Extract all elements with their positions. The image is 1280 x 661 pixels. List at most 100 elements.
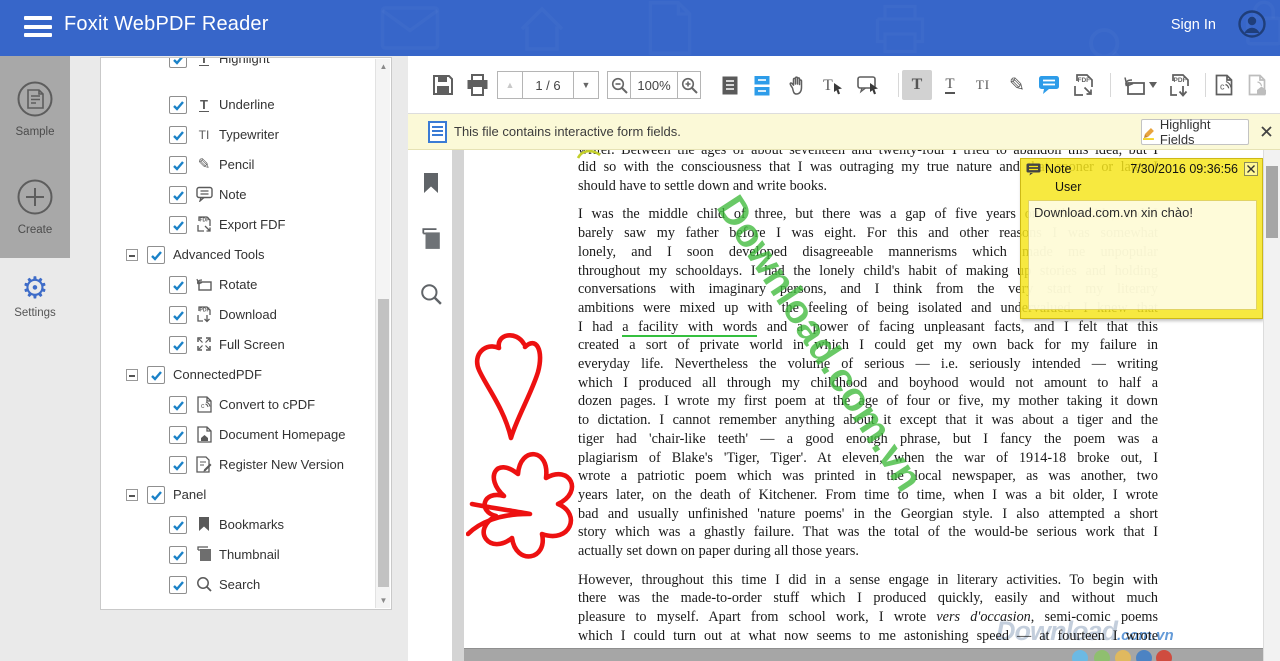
zoom-out-button[interactable]: [608, 72, 630, 98]
rotate-button[interactable]: [1119, 70, 1159, 100]
sidebar-item-create[interactable]: Create: [0, 178, 70, 236]
sign-in-link[interactable]: Sign In: [1171, 17, 1216, 33]
download-pdf-icon: PDF: [1167, 74, 1191, 97]
pencil-tool-button[interactable]: ✎: [1002, 70, 1032, 100]
checkbox-convert-cpdf[interactable]: [169, 396, 187, 414]
checkbox-bookmarks[interactable]: [169, 516, 187, 534]
sidebar-item-sample[interactable]: Sample: [0, 80, 70, 138]
zoom-in-button[interactable]: [678, 72, 700, 98]
pdf-text-line: wrote a patriotic poem which was printed…: [578, 467, 1158, 486]
document-watermark-icon: [645, 0, 695, 56]
settings-label-register-new-version: Register New Version: [219, 457, 344, 472]
checkbox-register-new-version[interactable]: [169, 456, 187, 474]
red-pencil-drawing[interactable]: [466, 328, 591, 578]
underline-tool-button[interactable]: T: [935, 70, 965, 100]
printer-watermark-icon: [872, 4, 928, 54]
green-squiggle-annotation[interactable]: [576, 150, 602, 159]
hand-tool-button[interactable]: [782, 70, 812, 100]
sample-label: Sample: [0, 126, 70, 138]
note-tool-icon: [196, 186, 213, 202]
checkbox-typewriter[interactable]: [169, 126, 187, 144]
checkmark-icon: [171, 279, 186, 292]
single-page-view-button[interactable]: [715, 70, 745, 100]
zoom-level[interactable]: 100%: [630, 72, 678, 98]
zoom-out-icon: [611, 77, 628, 94]
document-homepage-icon: [197, 426, 212, 443]
typewriter-icon: TI: [976, 77, 990, 93]
notification-close-button[interactable]: [1257, 122, 1275, 140]
checkbox-advanced-tools[interactable]: [147, 246, 165, 264]
sidebar-item-settings[interactable]: ⚙ Settings: [0, 274, 70, 319]
previous-page-button[interactable]: ▲: [498, 72, 522, 98]
next-page-button[interactable]: ▼: [574, 72, 598, 98]
document-homepage-button[interactable]: [1242, 70, 1272, 100]
convert-to-cpdf-button[interactable]: c: [1209, 70, 1239, 100]
highlight-fields-button[interactable]: Highlight Fields: [1141, 119, 1249, 145]
checkbox-thumbnail[interactable]: [169, 546, 187, 564]
rotate-icon: [195, 276, 213, 292]
continuous-view-button[interactable]: [747, 70, 777, 100]
select-annotation-tool-button[interactable]: [853, 70, 883, 100]
collapse-advanced-tools-icon[interactable]: [126, 249, 138, 261]
checkbox-connectedpdf[interactable]: [147, 366, 165, 384]
menu-icon[interactable]: [24, 16, 52, 40]
user-avatar-icon[interactable]: [1238, 10, 1266, 38]
settings-label-document-homepage: Document Homepage: [219, 427, 345, 442]
scroll-down-icon[interactable]: ▼: [376, 593, 391, 608]
collapse-panel-icon[interactable]: [126, 489, 138, 501]
scroll-up-icon[interactable]: ▲: [376, 59, 391, 74]
collapse-connectedpdf-icon[interactable]: [126, 369, 138, 381]
vertical-scrollbar[interactable]: [1263, 150, 1280, 661]
highlight-tool-button[interactable]: T: [902, 70, 932, 100]
page-indicator[interactable]: 1 / 6: [522, 72, 574, 98]
home-watermark-icon: [515, 4, 569, 54]
vertical-scrollbar-thumb[interactable]: [1266, 166, 1278, 238]
checkbox-search[interactable]: [169, 576, 187, 594]
svg-text:c: c: [201, 403, 205, 410]
note-title: Note: [1045, 162, 1071, 176]
download-pdf-button[interactable]: PDF: [1164, 70, 1194, 100]
note-content-area[interactable]: Download.com.vn xin chào!: [1028, 200, 1257, 310]
full-screen-icon: [196, 336, 212, 352]
thumbnail-panel-icon[interactable]: [420, 228, 442, 250]
settings-scrollbar-thumb[interactable]: [378, 299, 389, 587]
checkbox-note[interactable]: [169, 186, 187, 204]
export-fdf-button[interactable]: FDF: [1068, 70, 1098, 100]
svg-text:PDF: PDF: [200, 308, 210, 314]
save-button[interactable]: [428, 70, 458, 100]
checkbox-rotate[interactable]: [169, 276, 187, 294]
note-close-button[interactable]: [1244, 162, 1258, 176]
checkbox-full-screen[interactable]: [169, 336, 187, 354]
hand-icon: [787, 75, 808, 96]
settings-scrollbar[interactable]: ▲ ▼: [375, 59, 390, 608]
search-icon: [196, 576, 212, 592]
toolbar-separator: [1205, 73, 1206, 97]
pdf-text-clipped-line: writer. Between the ages of about sevent…: [578, 150, 1158, 158]
select-text-icon: T: [822, 75, 844, 96]
checkbox-panel[interactable]: [147, 486, 165, 504]
settings-gear-icon: ⚙: [0, 274, 70, 304]
checkbox-highlight[interactable]: [169, 57, 187, 68]
note-popup[interactable]: Note 7/30/2016 09:36:56 User Download.co…: [1020, 158, 1263, 319]
typewriter-tool-button[interactable]: TI: [968, 70, 998, 100]
note-popup-header[interactable]: Note 7/30/2016 09:36:56: [1021, 159, 1262, 179]
checkbox-underline[interactable]: [169, 96, 187, 114]
bookmarks-panel-icon[interactable]: [420, 172, 442, 194]
note-tool-button[interactable]: [1034, 70, 1064, 100]
select-text-tool-button[interactable]: T: [818, 70, 848, 100]
print-button[interactable]: [462, 70, 492, 100]
checkbox-document-homepage[interactable]: [169, 426, 187, 444]
thumbnail-icon: [196, 546, 212, 562]
checkbox-download[interactable]: [169, 306, 187, 324]
checkbox-pencil[interactable]: [169, 156, 187, 174]
settings-label-panel: Panel: [173, 487, 206, 502]
settings-row-advanced-tools: Advanced Tools: [101, 240, 371, 270]
pdf-text-line: there was the made-to-order stuff which …: [578, 589, 1158, 608]
settings-row-note: Note: [101, 180, 371, 210]
highlight-icon: T: [912, 76, 923, 94]
search-panel-icon[interactable]: [420, 283, 442, 305]
settings-row-full-screen: Full Screen: [101, 330, 371, 360]
checkbox-export-fdf[interactable]: [169, 216, 187, 234]
green-underline-annotation[interactable]: a facility with words: [622, 319, 757, 337]
logo-dot-lightblue: [1072, 650, 1088, 661]
